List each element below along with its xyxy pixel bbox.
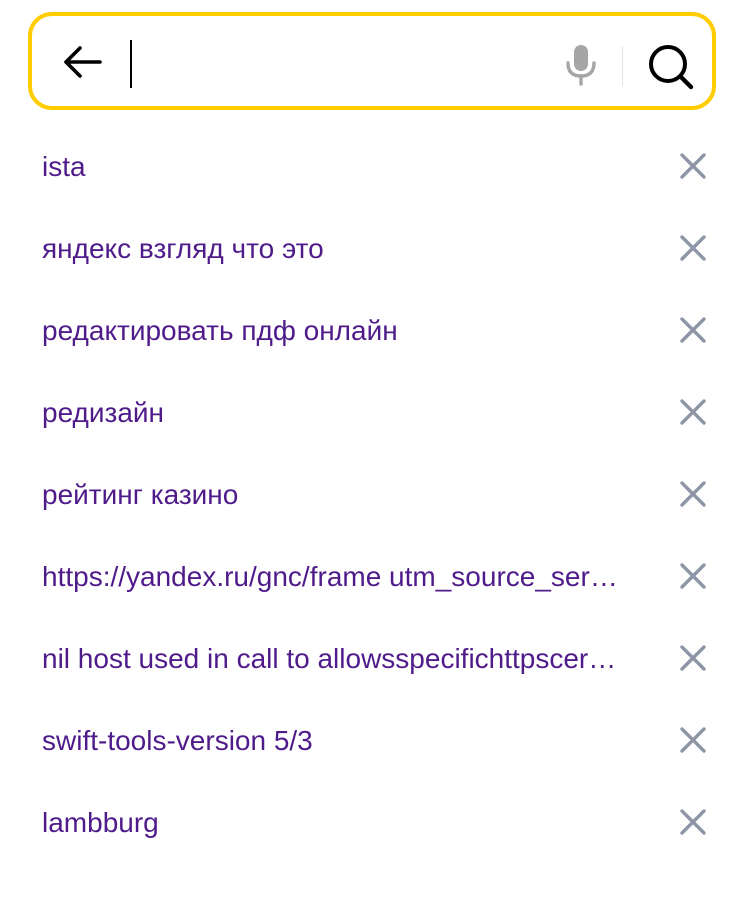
suggestion-item[interactable]: яндекс взгляд что это xyxy=(0,208,750,290)
search-bar xyxy=(28,12,716,110)
close-icon xyxy=(680,235,706,261)
suggestion-item[interactable]: swift-tools-version 5/3 xyxy=(0,700,750,782)
close-icon xyxy=(680,809,706,835)
voice-search-button[interactable] xyxy=(556,40,606,90)
close-icon xyxy=(680,645,706,671)
remove-suggestion-button[interactable] xyxy=(670,717,716,763)
suggestion-item[interactable]: ista xyxy=(0,126,750,208)
remove-suggestion-button[interactable] xyxy=(670,389,716,435)
suggestion-text: swift-tools-version 5/3 xyxy=(42,725,313,756)
suggestion-text: рейтинг казино xyxy=(42,479,239,510)
remove-suggestion-button[interactable] xyxy=(670,799,716,845)
remove-suggestion-button[interactable] xyxy=(670,635,716,681)
suggestion-item[interactable]: редактировать пдф онлайн xyxy=(0,290,750,372)
suggestion-text: lambburg xyxy=(42,807,159,838)
close-icon xyxy=(680,727,706,753)
close-icon xyxy=(680,399,706,425)
search-input[interactable] xyxy=(128,34,548,90)
suggestion-item[interactable]: редизайн xyxy=(0,372,750,454)
close-icon xyxy=(680,153,706,179)
suggestion-text: ista xyxy=(42,151,86,182)
close-icon xyxy=(680,317,706,343)
remove-suggestion-button[interactable] xyxy=(670,553,716,599)
remove-suggestion-button[interactable] xyxy=(670,307,716,353)
arrow-left-icon xyxy=(64,46,102,78)
suggestion-item[interactable]: https://yandex.ru/gnc/frame utm_source_s… xyxy=(0,536,750,618)
suggestion-item[interactable]: nil host used in call to allowsspecifich… xyxy=(0,618,750,700)
suggestion-item[interactable]: рейтинг казино xyxy=(0,454,750,536)
close-icon xyxy=(680,481,706,507)
suggestion-text: яндекс взгляд что это xyxy=(42,233,324,264)
text-caret xyxy=(130,40,132,88)
microphone-icon xyxy=(566,45,596,86)
suggestion-text: редактировать пдф онлайн xyxy=(42,315,398,346)
remove-suggestion-button[interactable] xyxy=(670,143,716,189)
suggestion-text: редизайн xyxy=(42,397,165,428)
close-icon xyxy=(680,563,706,589)
magnifier-icon xyxy=(649,45,694,90)
remove-suggestion-button[interactable] xyxy=(670,225,716,271)
suggestion-text: https://yandex.ru/gnc/frame utm_source_s… xyxy=(42,561,618,592)
divider xyxy=(622,46,623,86)
suggestion-list: ista яндекс взгляд что это редактировать… xyxy=(0,126,750,864)
suggestion-item[interactable]: lambburg xyxy=(0,782,750,864)
remove-suggestion-button[interactable] xyxy=(670,471,716,517)
suggestion-text: nil host used in call to allowsspecifich… xyxy=(42,643,617,674)
search-button[interactable] xyxy=(642,38,700,96)
back-button[interactable] xyxy=(56,36,108,88)
